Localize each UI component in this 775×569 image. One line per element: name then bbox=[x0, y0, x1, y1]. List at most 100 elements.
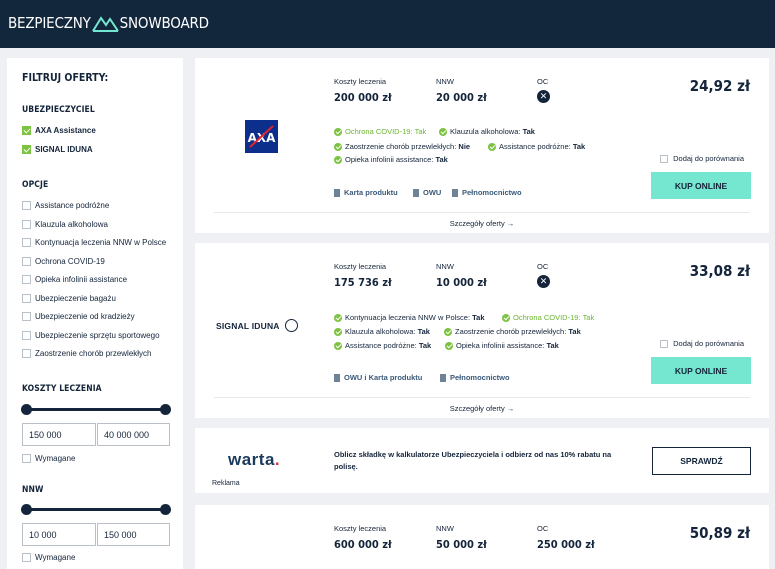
ad-text: Oblicz składkę w kalkulatorze Ubezpieczy… bbox=[334, 450, 612, 471]
feature-item: Assistance podróżne: Tak bbox=[334, 341, 431, 350]
nnw-value: 50 000 zł bbox=[436, 538, 487, 551]
offer-card-axa: AXA Koszty leczenia 200 000 zł NNW 20 00… bbox=[195, 58, 769, 233]
checkbox[interactable] bbox=[660, 154, 669, 163]
cost-required-checkbox[interactable]: Wymagane bbox=[22, 454, 75, 463]
buy-online-button[interactable]: KUP ONLINE bbox=[651, 172, 751, 199]
doc-link-owu[interactable]: OWU bbox=[413, 188, 441, 197]
offer-details-link[interactable]: Szczegóły oferty → bbox=[195, 219, 769, 228]
checkbox[interactable] bbox=[22, 294, 31, 303]
filter-label: Kontynuacja leczenia NNW w Polsce bbox=[35, 238, 167, 247]
check-button[interactable]: SPRAWDŹ bbox=[652, 447, 751, 475]
cost-min-input[interactable]: 150 000 bbox=[22, 423, 96, 446]
nnw-label: NNW bbox=[436, 262, 454, 271]
filter-label: Ubezpieczenie bagażu bbox=[35, 294, 116, 303]
feature-item: Klauzula alkoholowa: Tak bbox=[334, 327, 430, 336]
feature-item: Ochrona COVID-19: Tak bbox=[502, 313, 594, 322]
checkbox[interactable] bbox=[22, 349, 31, 358]
feature-item: Ochrona COVID-19: Tak bbox=[334, 127, 426, 136]
logo-text-left: BEZPIECZNY bbox=[8, 14, 91, 32]
slider-handle-min[interactable] bbox=[21, 404, 32, 415]
cost-label: Koszty leczenia bbox=[334, 77, 387, 86]
oc-label: OC bbox=[537, 77, 549, 86]
filter-option[interactable]: Klauzula alkoholowa bbox=[22, 220, 108, 229]
cost-range-slider[interactable] bbox=[21, 404, 171, 415]
checkbox[interactable] bbox=[22, 257, 31, 266]
checkbox[interactable] bbox=[22, 331, 31, 340]
check-circle-icon bbox=[502, 313, 510, 322]
checkbox[interactable] bbox=[22, 275, 31, 284]
checkbox[interactable] bbox=[22, 238, 31, 247]
filter-option[interactable]: Ubezpieczenie od kradzieży bbox=[22, 312, 135, 321]
nnw-max-input[interactable]: 150 000 bbox=[97, 523, 170, 546]
mountain-logo-icon bbox=[91, 16, 119, 32]
divider bbox=[214, 397, 750, 398]
checkbox[interactable] bbox=[22, 312, 31, 321]
offer-price: 33,08 zł bbox=[689, 262, 750, 280]
offer-details-link[interactable]: Szczegóły oferty → bbox=[195, 404, 769, 413]
check-circle-icon bbox=[445, 341, 453, 350]
axa-logo: AXA bbox=[245, 120, 278, 153]
checkbox[interactable] bbox=[660, 339, 669, 348]
logo-text-right: SNOWBOARD bbox=[119, 14, 209, 32]
filter-title: FILTRUJ OFERTY: bbox=[22, 72, 109, 84]
check-circle-icon bbox=[334, 155, 342, 164]
filter-option[interactable]: Zaostrzenie chorób przewlekłych bbox=[22, 349, 152, 358]
filter-insurer-axa[interactable]: AXA Assistance bbox=[22, 126, 96, 135]
compare-checkbox[interactable]: Dodaj do porównania bbox=[660, 154, 744, 163]
filter-option[interactable]: Ubezpieczenie sprzętu sportowego bbox=[22, 331, 160, 340]
filter-label: Ubezpieczenie sprzętu sportowego bbox=[35, 331, 160, 340]
filter-label: Klauzula alkoholowa bbox=[35, 220, 108, 229]
oc-label: OC bbox=[537, 524, 549, 533]
filter-option[interactable]: Kontynuacja leczenia NNW w Polsce bbox=[22, 238, 166, 247]
filter-insurer-signal-iduna[interactable]: SIGNAL IDUNA bbox=[22, 145, 93, 154]
feature-item: Opieka infolinii assistance: Tak bbox=[334, 155, 448, 164]
oc-label: OC bbox=[537, 262, 549, 271]
cost-max-input[interactable]: 40 000 000 bbox=[97, 423, 170, 446]
feature-item: Zaostrzenie chorób przewlekłych: Tak bbox=[444, 327, 581, 336]
document-icon bbox=[452, 188, 458, 197]
nnw-required-checkbox[interactable]: Wymagane bbox=[22, 553, 75, 562]
cost-heading: KOSZTY LECZENIA bbox=[22, 384, 102, 394]
filter-option[interactable]: Ochrona COVID-19 bbox=[22, 257, 105, 266]
filter-sidebar: FILTRUJ OFERTY: UBEZPIECZYCIEL AXA Assis… bbox=[7, 58, 183, 569]
site-logo[interactable]: BEZPIECZNY SNOWBOARD bbox=[8, 13, 209, 33]
filter-option[interactable]: Opieka infolinii assistance bbox=[22, 275, 127, 284]
doc-link-power-of-attorney[interactable]: Pełnomocnictwo bbox=[440, 373, 510, 382]
cost-value: 600 000 zł bbox=[334, 538, 392, 551]
signal-iduna-emblem-icon bbox=[284, 319, 298, 332]
nnw-label: NNW bbox=[436, 524, 454, 533]
cost-value: 175 736 zł bbox=[334, 276, 392, 289]
compare-checkbox[interactable]: Dodaj do porównania bbox=[660, 339, 744, 348]
slider-handle-min[interactable] bbox=[21, 504, 32, 515]
checkbox[interactable] bbox=[22, 201, 31, 210]
filter-label: Wymagane bbox=[35, 553, 76, 562]
options-heading: OPCJE bbox=[22, 180, 49, 190]
checkbox[interactable] bbox=[22, 220, 31, 229]
filter-option[interactable]: Ubezpieczenie bagażu bbox=[22, 294, 116, 303]
checkbox[interactable] bbox=[22, 454, 31, 463]
checkbox-checked[interactable] bbox=[22, 145, 31, 154]
check-circle-icon bbox=[334, 341, 342, 350]
divider bbox=[214, 212, 750, 213]
signal-iduna-logo: SIGNAL IDUNA bbox=[216, 319, 298, 332]
buy-online-button[interactable]: KUP ONLINE bbox=[651, 357, 751, 384]
doc-link-power-of-attorney[interactable]: Pełnomocnictwo bbox=[452, 188, 522, 197]
axa-logo-icon: AXA bbox=[248, 125, 276, 148]
check-circle-icon bbox=[444, 327, 452, 336]
filter-option[interactable]: Assistance podróżne bbox=[22, 201, 109, 210]
ad-tag: Reklama bbox=[212, 480, 240, 487]
slider-handle-max[interactable] bbox=[160, 404, 171, 415]
nnw-range-slider[interactable] bbox=[21, 504, 171, 515]
checkbox[interactable] bbox=[22, 553, 31, 562]
nnw-min-input[interactable]: 10 000 bbox=[22, 523, 96, 546]
slider-handle-max[interactable] bbox=[160, 504, 171, 515]
doc-link-owu-product-card[interactable]: OWU i Karta produktu bbox=[334, 373, 422, 382]
filter-label: Zaostrzenie chorób przewlekłych bbox=[35, 349, 152, 358]
checkbox-checked[interactable] bbox=[22, 126, 31, 135]
check-circle-icon bbox=[488, 142, 496, 151]
check-circle-icon bbox=[334, 142, 342, 151]
feature-item: Zaostrzenie chorób przewlekłych: Nie bbox=[334, 142, 470, 151]
cost-label: Koszty leczenia bbox=[334, 262, 387, 271]
filter-label: Opieka infolinii assistance bbox=[35, 275, 128, 284]
doc-link-product-card[interactable]: Karta produktu bbox=[334, 188, 398, 197]
